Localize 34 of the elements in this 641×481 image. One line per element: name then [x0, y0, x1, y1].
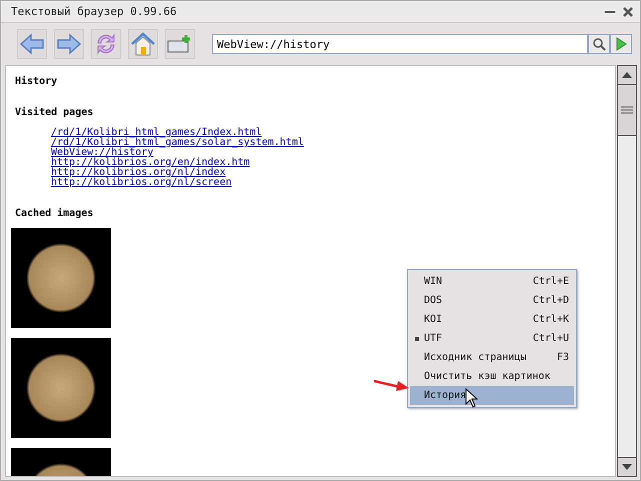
add-tab-button[interactable]	[165, 29, 195, 59]
menu-item[interactable]: Очистить кэш картинок	[410, 367, 574, 386]
home-button[interactable]	[128, 29, 158, 59]
refresh-button[interactable]	[91, 29, 121, 59]
address-field[interactable]: WebView://history	[212, 34, 588, 54]
window-title: Текстовый браузер 0.99.66	[11, 5, 177, 18]
cursor-icon	[465, 388, 478, 408]
forward-button[interactable]	[54, 29, 84, 59]
close-icon[interactable]	[622, 6, 634, 18]
go-button[interactable]	[610, 34, 632, 54]
section-heading: Visited pages	[15, 107, 94, 118]
play-icon	[615, 37, 627, 51]
menu-item[interactable]: UTF Ctrl+U	[410, 329, 574, 348]
history-link[interactable]: /rd/1/Kolibri_html_games/solar_system.html	[51, 138, 615, 148]
history-link[interactable]: http://kolibrios.org/nl/index	[51, 168, 615, 178]
menu-item[interactable]: DOS Ctrl+D	[410, 291, 574, 310]
menu-item[interactable]: История	[410, 386, 574, 405]
page-heading: History	[15, 76, 58, 87]
arrow-icon	[374, 378, 410, 392]
scrollbar[interactable]	[617, 65, 637, 477]
search-button[interactable]	[588, 34, 610, 54]
history-link[interactable]: http://kolibrios.org/nl/screen	[51, 178, 615, 188]
menu-item[interactable]: Исходник страницы F3	[410, 348, 574, 367]
menu-item[interactable]: WIN Ctrl+E	[410, 272, 574, 291]
scroll-up-icon[interactable]	[622, 72, 632, 78]
menu-item[interactable]: KOI Ctrl+K	[410, 310, 574, 329]
history-link[interactable]: /rd/1/Kolibri_html_games/Index.html	[51, 128, 615, 138]
history-link[interactable]: WebView://history	[51, 148, 615, 158]
back-button[interactable]	[17, 29, 47, 59]
search-icon	[592, 37, 606, 51]
grip-icon[interactable]	[621, 106, 633, 114]
history-link[interactable]: http://kolibrios.org/en/index.htm	[51, 158, 615, 168]
section-heading: Cached images	[15, 208, 94, 219]
scroll-down-icon[interactable]	[622, 464, 632, 470]
